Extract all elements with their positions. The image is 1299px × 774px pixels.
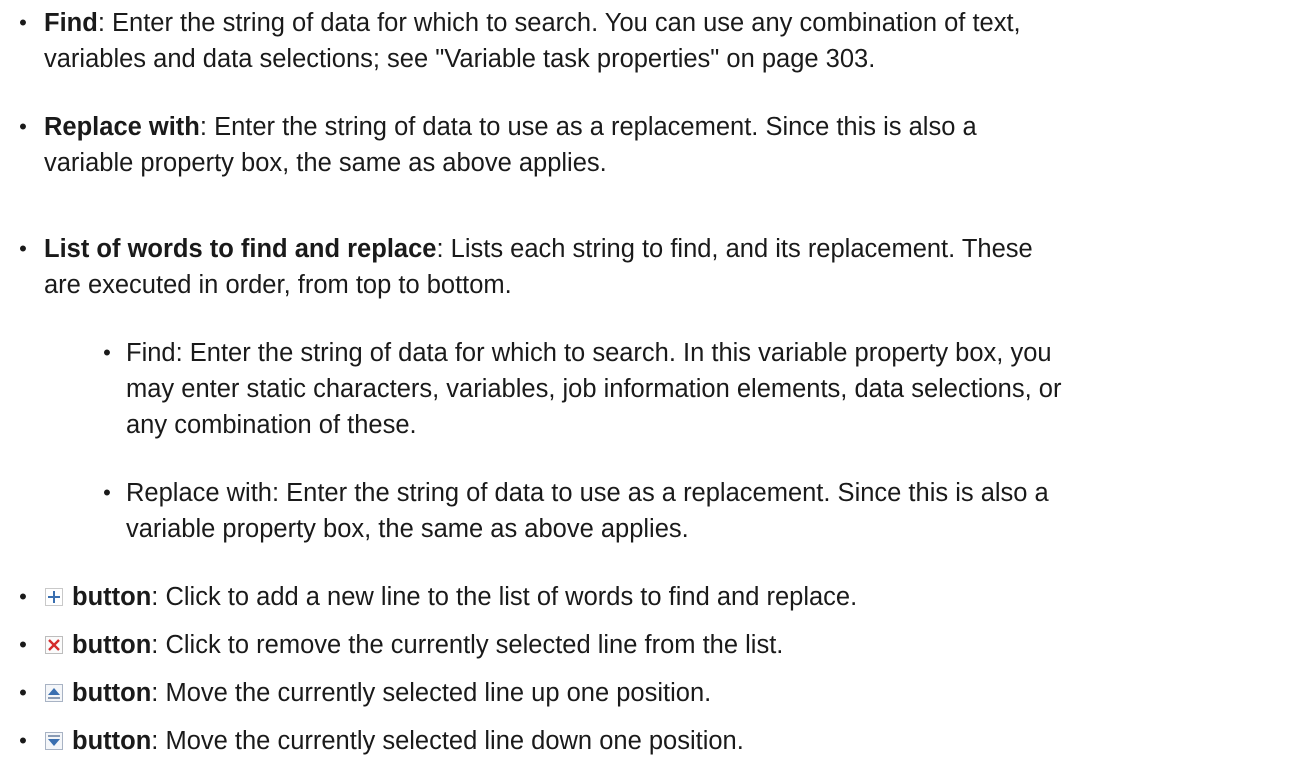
item-line: button: Move the currently selected line… xyxy=(44,675,1284,711)
item-term: Find xyxy=(44,9,98,37)
sublist-item-find: • Find: Enter the string of data for whi… xyxy=(103,335,1286,443)
item-line: button: Click to remove the currently se… xyxy=(44,627,1284,663)
item-line: Replace with: Enter the string of data t… xyxy=(44,109,1284,145)
item-term: List of words to find and replace xyxy=(44,235,437,263)
list-item-word-list: • List of words to find and replace: Lis… xyxy=(19,231,1284,303)
move-up-icon xyxy=(44,683,64,703)
item-line: are executed in order, from top to botto… xyxy=(44,271,512,299)
item-term: button xyxy=(72,631,152,659)
item-line: Find: Enter the string of data for which… xyxy=(44,5,1284,41)
bullet: • xyxy=(103,480,111,505)
item-description: Click to add a new line to the list of w… xyxy=(158,583,858,611)
bullet: • xyxy=(19,728,27,753)
list-item-move-down-button: • button: Move the currently selected li… xyxy=(19,723,1284,759)
list-item-find: • Find: Enter the string of data for whi… xyxy=(19,5,1284,77)
subitem-line: Find: Enter the string of data for which… xyxy=(126,339,1052,367)
subitem-line: variable property box, the same as above… xyxy=(126,515,689,543)
bullet: • xyxy=(19,236,27,261)
item-description: Enter the string of data to use as a rep… xyxy=(206,113,977,141)
subitem-line: any combination of these. xyxy=(126,411,417,439)
bullet: • xyxy=(19,632,27,657)
item-line: button: Click to add a new line to the l… xyxy=(44,579,1284,615)
item-sep: : xyxy=(199,113,207,141)
list-item-replace-with: • Replace with: Enter the string of data… xyxy=(19,109,1284,181)
item-description: Move the currently selected line down on… xyxy=(158,727,744,755)
item-term: button xyxy=(72,583,152,611)
sublist-item-replace-with: • Replace with: Enter the string of data… xyxy=(103,475,1286,547)
list-item-add-button: • button: Click to add a new line to the… xyxy=(19,579,1284,615)
item-line: button: Move the currently selected line… xyxy=(44,723,1284,759)
move-down-icon xyxy=(44,731,64,751)
add-icon xyxy=(44,587,64,607)
item-line: variable property box, the same as above… xyxy=(44,149,607,177)
remove-icon xyxy=(44,635,64,655)
list-item-remove-button: • button: Click to remove the currently … xyxy=(19,627,1284,663)
item-sep: : xyxy=(97,9,105,37)
item-line: List of words to find and replace: Lists… xyxy=(44,231,1284,267)
subitem-line: Replace with: Enter the string of data t… xyxy=(126,479,1049,507)
item-term: button xyxy=(72,679,152,707)
bullet: • xyxy=(103,340,111,365)
item-line: variables and data selections; see "Vari… xyxy=(44,45,876,73)
bullet: • xyxy=(19,680,27,705)
bullet: • xyxy=(19,584,27,609)
bullet: • xyxy=(19,114,27,139)
item-sep: : xyxy=(436,235,444,263)
item-description: Move the currently selected line up one … xyxy=(158,679,712,707)
list-item-move-up-button: • button: Move the currently selected li… xyxy=(19,675,1284,711)
item-term: button xyxy=(72,727,152,755)
bullet: • xyxy=(19,10,27,35)
item-description: Enter the string of data for which to se… xyxy=(104,9,1021,37)
item-description: Lists each string to find, and its repla… xyxy=(443,235,1033,263)
subitem-line: may enter static characters, variables, … xyxy=(126,375,1062,403)
item-term: Replace with xyxy=(44,113,200,141)
item-description: Click to remove the currently selected l… xyxy=(158,631,784,659)
